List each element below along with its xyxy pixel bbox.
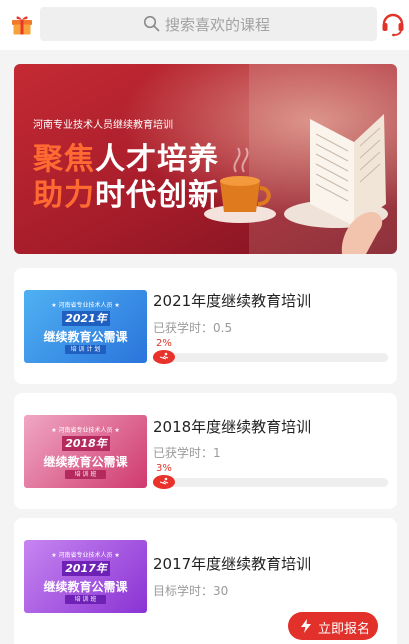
course-thumbnail: ★ 河南省专业技术人员 ★ 2018年 继续教育公需课 培 训 班: [24, 415, 147, 488]
thumbnail-tag: 培 训 班: [65, 595, 106, 604]
thumbnail-title: 继续教育公需课: [43, 455, 128, 469]
thumbnail-caption: ★ 河南省专业技术人员 ★: [51, 552, 120, 559]
banner-headline-2-highlight: 助力: [33, 178, 95, 213]
top-bar: 搜索喜欢的课程: [0, 0, 409, 50]
banner-subtitle: 河南专业技术人员继续教育培训: [33, 120, 173, 131]
course-thumbnail: ★ 河南省专业技术人员 ★ 2017年 继续教育公需课 培 训 班: [24, 540, 147, 613]
progress-bar: [153, 350, 388, 364]
progress-percent: 2%: [156, 338, 172, 349]
banner-headline-2: 助力时代创新: [33, 170, 219, 214]
enroll-button-label: 立即报名: [318, 622, 371, 637]
runner-icon: [153, 350, 175, 364]
progress-percent: 3%: [156, 463, 172, 474]
course-card[interactable]: ★ 河南省专业技术人员 ★ 2021年 继续教育公需课 培 训 计 划 2021…: [14, 268, 397, 384]
lightning-icon: [301, 619, 311, 633]
thumbnail-year: 2017年: [62, 561, 110, 576]
search-placeholder: 搜索喜欢的课程: [165, 16, 271, 34]
search-bar[interactable]: 搜索喜欢的课程: [40, 7, 377, 41]
course-thumbnail: ★ 河南省专业技术人员 ★ 2021年 继续教育公需课 培 训 计 划: [24, 290, 147, 363]
course-title: 2017年度继续教育培训: [153, 555, 312, 573]
thumbnail-year: 2018年: [62, 436, 110, 451]
gift-icon[interactable]: [10, 12, 34, 36]
enroll-button[interactable]: 立即报名: [288, 612, 378, 640]
thumbnail-tag: 培 训 班: [65, 470, 106, 479]
course-title: 2021年度继续教育培训: [153, 292, 312, 310]
headset-icon[interactable]: [381, 11, 405, 37]
thumbnail-tag: 培 训 计 划: [65, 345, 106, 354]
progress-bar: [153, 475, 388, 489]
thumbnail-title: 继续教育公需课: [43, 580, 128, 594]
thumbnail-year: 2021年: [62, 311, 110, 326]
thumbnail-caption: ★ 河南省专业技术人员 ★: [51, 427, 120, 434]
course-card[interactable]: ★ 河南省专业技术人员 ★ 2018年 继续教育公需课 培 训 班 2018年度…: [14, 393, 397, 509]
thumbnail-title: 继续教育公需课: [43, 330, 128, 344]
thumbnail-caption: ★ 河南省专业技术人员 ★: [51, 302, 120, 309]
course-title: 2018年度继续教育培训: [153, 418, 312, 436]
course-hours: 已获学时：0.5: [153, 321, 233, 335]
course-target-hours: 目标学时：30: [153, 584, 229, 598]
promo-banner[interactable]: 河南专业技术人员继续教育培训 聚焦人才培养 助力时代创新: [14, 64, 397, 254]
course-hours: 已获学时：1: [153, 446, 221, 460]
banner-headline-2-rest: 时代创新: [95, 178, 219, 213]
search-icon: [143, 15, 160, 32]
runner-icon: [153, 475, 175, 489]
